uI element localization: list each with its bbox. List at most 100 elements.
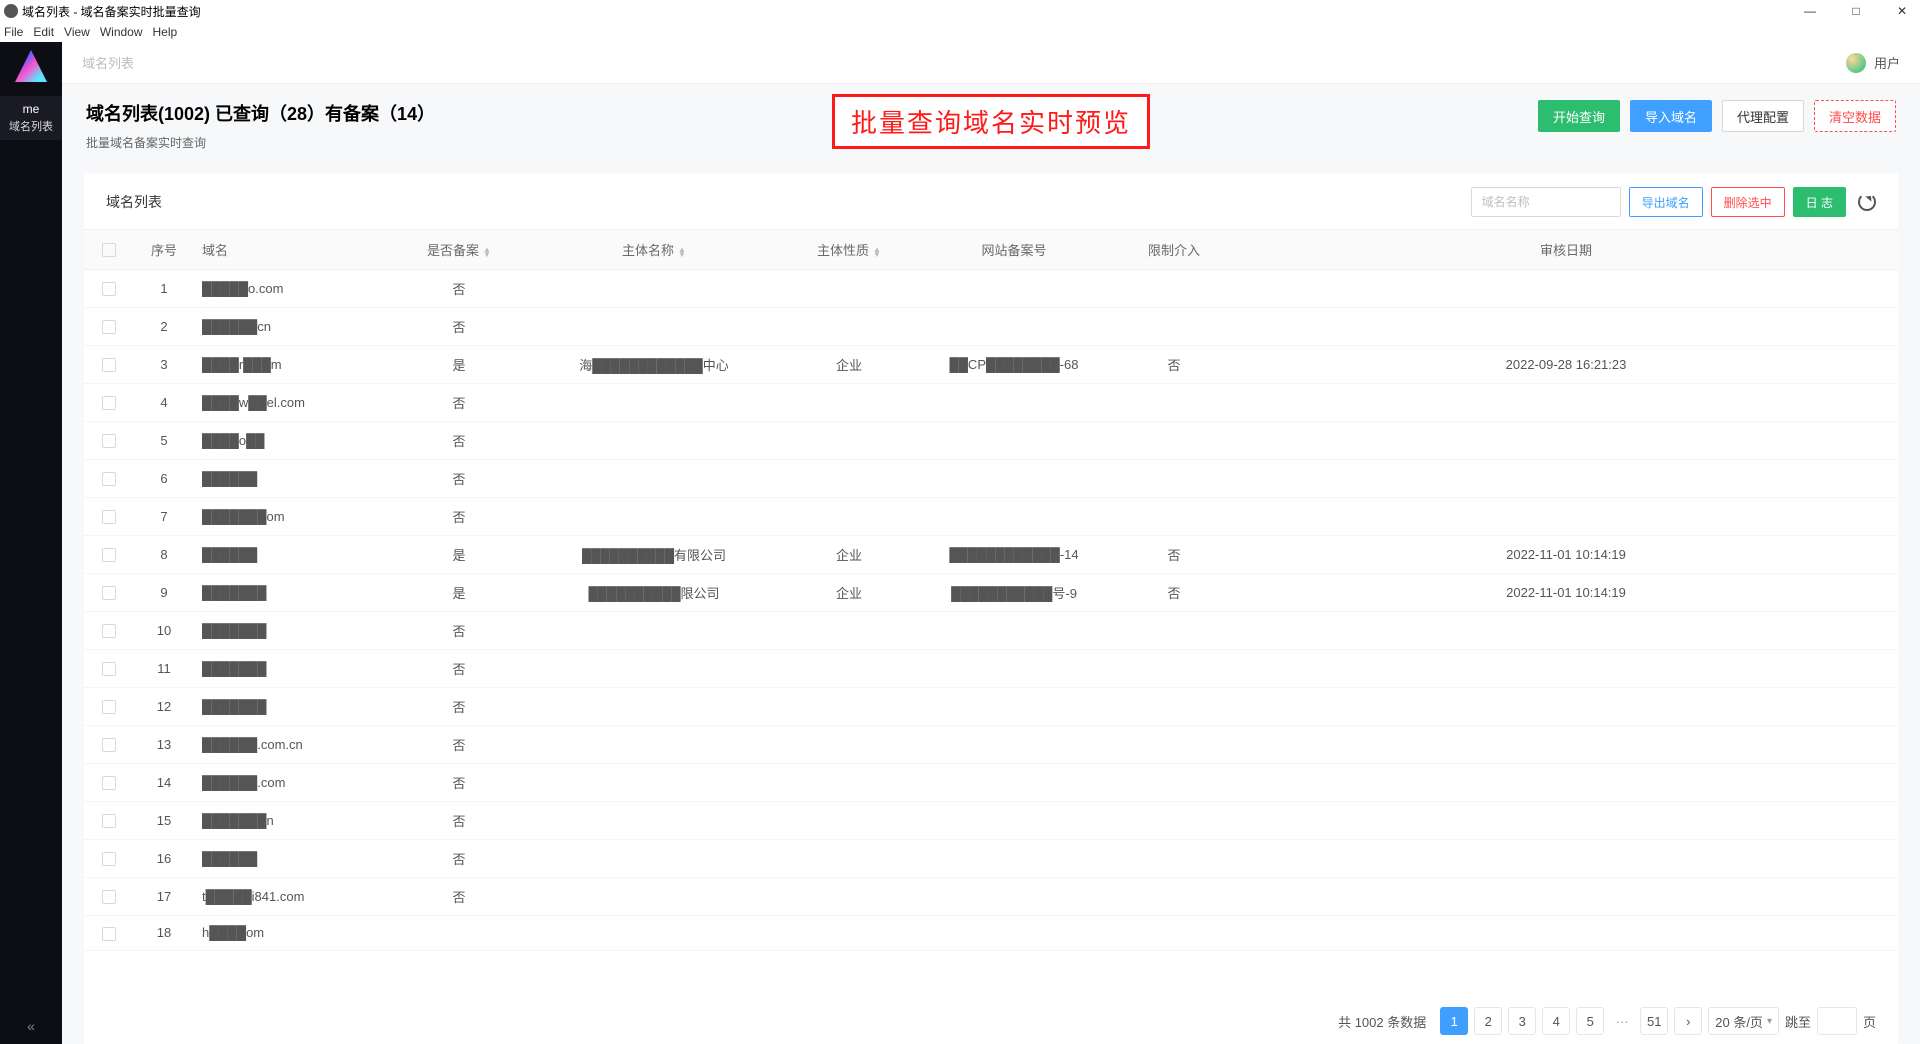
cell-subject-name [524,650,784,688]
clear-data-button[interactable]: 清空数据 [1814,100,1896,132]
cell-subject-name [524,688,784,726]
sidebar-item-domain-list[interactable]: me 域名列表 [0,96,62,140]
minimize-button[interactable]: — [1796,4,1824,18]
cell-icp-no: ████████████-14 [914,536,1114,574]
column-filed[interactable]: 是否备案▲▼ [394,230,524,270]
page-4-button[interactable]: 4 [1542,1007,1570,1035]
page-5-button[interactable]: 5 [1576,1007,1604,1035]
cell-filed [394,916,524,951]
breadcrumb: 域名列表 [82,53,134,72]
cell-subject-type [784,498,914,536]
select-all-checkbox[interactable] [102,243,116,257]
table-row: 10███████否 [84,612,1898,650]
cell-limit [1114,916,1234,951]
row-checkbox[interactable] [102,662,116,676]
cell-limit [1114,878,1234,916]
page-2-button[interactable]: 2 [1474,1007,1502,1035]
table-row: 18h████om [84,916,1898,951]
row-checkbox[interactable] [102,776,116,790]
log-button[interactable]: 日 志 [1793,187,1846,217]
row-checkbox[interactable] [102,472,116,486]
row-checkbox[interactable] [102,358,116,372]
export-domains-button[interactable]: 导出域名 [1629,187,1703,217]
cell-subject-name [524,878,784,916]
cell-domain: █████o.com [194,270,394,308]
page-jump-input[interactable] [1817,1007,1857,1035]
menu-window[interactable]: Window [100,25,143,39]
menu-view[interactable]: View [64,25,90,39]
cell-filed: 否 [394,840,524,878]
row-checkbox[interactable] [102,548,116,562]
table-row: 4████w██el.com否 [84,384,1898,422]
table-scroll[interactable]: 序号 域名 是否备案▲▼ 主体名称▲▼ 主体性质▲▼ 网站备案号 限制介入 审核… [84,229,1898,998]
row-checkbox[interactable] [102,434,116,448]
row-checkbox[interactable] [102,510,116,524]
column-domain: 域名 [194,230,394,270]
row-checkbox[interactable] [102,852,116,866]
page-size-select[interactable]: 20 条/页▾ [1708,1007,1779,1035]
row-checkbox[interactable] [102,586,116,600]
maximize-button[interactable]: □ [1842,4,1870,18]
start-query-button[interactable]: 开始查询 [1538,100,1620,132]
row-checkbox[interactable] [102,700,116,714]
page-last-button[interactable]: 51 [1640,1007,1668,1035]
table-row: 16██████否 [84,840,1898,878]
row-checkbox[interactable] [102,738,116,752]
cell-domain: ██████ [194,460,394,498]
window-title: 域名列表 - 域名备案实时批量查询 [22,3,201,20]
cell-limit [1114,308,1234,346]
cell-filed: 否 [394,498,524,536]
row-checkbox[interactable] [102,890,116,904]
table-row: 11███████否 [84,650,1898,688]
row-checkbox[interactable] [102,927,116,941]
cell-filed: 否 [394,650,524,688]
row-checkbox[interactable] [102,320,116,334]
table-row: 2██████cn否 [84,308,1898,346]
sidebar-collapse-button[interactable]: « [0,1018,62,1034]
cell-icp-no [914,916,1114,951]
cell-index: 9 [134,574,194,612]
menu-file[interactable]: File [4,25,23,39]
cell-limit [1114,764,1234,802]
column-subject-name[interactable]: 主体名称▲▼ [524,230,784,270]
cell-domain: ██████.com [194,764,394,802]
cell-index: 13 [134,726,194,764]
delete-selected-button[interactable]: 删除选中 [1711,187,1785,217]
cell-filed: 是 [394,536,524,574]
cell-index: 5 [134,422,194,460]
refresh-icon[interactable] [1858,193,1876,211]
column-index: 序号 [134,230,194,270]
cell-subject-type [784,612,914,650]
cell-limit: 否 [1114,346,1234,384]
avatar[interactable] [1846,53,1866,73]
cell-icp-no [914,878,1114,916]
page-1-button[interactable]: 1 [1440,1007,1468,1035]
cell-domain: ████o██ [194,422,394,460]
cell-subject-type [784,422,914,460]
table-row: 17t█████i841.com否 [84,878,1898,916]
row-checkbox[interactable] [102,814,116,828]
cell-index: 3 [134,346,194,384]
cell-audit-date [1234,878,1898,916]
cell-domain: ██████ [194,840,394,878]
row-checkbox[interactable] [102,282,116,296]
page-next-button[interactable]: › [1674,1007,1702,1035]
cell-icp-no [914,802,1114,840]
close-button[interactable]: ✕ [1888,4,1916,18]
row-checkbox[interactable] [102,396,116,410]
cell-audit-date [1234,384,1898,422]
cell-index: 16 [134,840,194,878]
row-checkbox[interactable] [102,624,116,638]
preview-banner: 批量查询域名实时预览 [832,94,1150,149]
cell-limit [1114,726,1234,764]
menu-edit[interactable]: Edit [33,25,54,39]
cell-subject-type [784,384,914,422]
cell-limit [1114,498,1234,536]
page-3-button[interactable]: 3 [1508,1007,1536,1035]
menu-help[interactable]: Help [153,25,178,39]
proxy-config-button[interactable]: 代理配置 [1722,100,1804,132]
column-subject-type[interactable]: 主体性质▲▼ [784,230,914,270]
pagination-ellipsis: ··· [1610,1014,1634,1029]
import-domains-button[interactable]: 导入域名 [1630,100,1712,132]
search-input[interactable] [1471,187,1621,217]
